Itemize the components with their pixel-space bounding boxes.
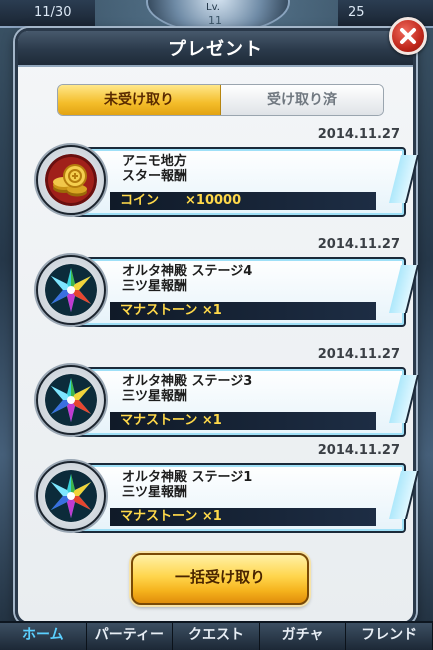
reward-icon-frame [36,255,106,325]
mana-stone-star-icon [45,470,97,522]
claim-all-button[interactable]: 一括受け取り [131,553,309,605]
present-title: アニモ地方 スター報酬 [122,154,188,184]
dialog-title: プレゼント [168,39,263,60]
present-date: 2014.11.27 [317,443,400,458]
present-card: オルタ神殿 ステージ4 三ツ星報酬 マナストーン ×1 [72,257,406,327]
present-title: オルタ神殿 ステージ3 三ツ星報酬 [122,374,253,404]
tab-claimed[interactable]: 受け取り済 [221,85,383,115]
present-item[interactable]: 2014.11.27 アニモ地方 スター報酬 コイン ×10000 [36,127,412,223]
present-date: 2014.11.27 [317,347,400,362]
level-label: Lv. [206,2,220,13]
gold-coins-icon [45,154,97,206]
dialog-header: プレゼント [18,31,413,67]
mana-stone-star-icon [45,264,97,316]
nav-quest[interactable]: クエスト [173,623,260,650]
stamina-counter: 11/30 [0,0,95,28]
present-reward: マナストーン ×1 [110,302,376,320]
present-item[interactable]: 2014.11.27 オルタ神殿 ステージ1 三ツ星報酬 マナストーン ×1 [36,443,412,539]
reward-icon-frame [36,461,106,531]
present-reward: コイン ×10000 [110,192,376,210]
bottom-nav: ホーム パーティー クエスト ガチャ フレンド [0,621,433,650]
reward-icon-frame [36,365,106,435]
nav-friend[interactable]: フレンド [346,623,433,650]
reward-icon-frame [36,145,106,215]
present-date: 2014.11.27 [317,127,400,142]
mana-stone-star-icon [45,374,97,426]
present-date: 2014.11.27 [317,237,400,252]
present-item[interactable]: 2014.11.27 オルタ神殿 ステージ3 三ツ星報酬 マナストーン ×1 [36,347,412,443]
nav-home[interactable]: ホーム [0,623,87,650]
present-card: アニモ地方 スター報酬 コイン ×10000 [72,147,406,217]
tab-unclaimed[interactable]: 未受け取り [58,85,221,115]
close-x-icon [400,28,416,44]
present-reward: マナストーン ×1 [110,508,376,526]
nav-gacha[interactable]: ガチャ [260,623,347,650]
close-button[interactable] [389,17,427,55]
nav-party[interactable]: パーティー [87,623,174,650]
level-value: 11 [208,14,222,27]
present-title: オルタ神殿 ステージ4 三ツ星報酬 [122,264,253,294]
present-item[interactable]: 2014.11.27 オルタ神殿 ステージ4 三ツ星報酬 マナストーン ×1 [36,237,412,333]
present-tabs: 未受け取り 受け取り済 [57,84,384,116]
present-title: オルタ神殿 ステージ1 三ツ星報酬 [122,470,253,500]
present-card: オルタ神殿 ステージ3 三ツ星報酬 マナストーン ×1 [72,367,406,437]
present-card: オルタ神殿 ステージ1 三ツ星報酬 マナストーン ×1 [72,463,406,533]
present-dialog: プレゼント 未受け取り 受け取り済 2014.11.27 アニモ地方 スター報酬… [15,17,427,625]
present-reward: マナストーン ×1 [110,412,376,430]
